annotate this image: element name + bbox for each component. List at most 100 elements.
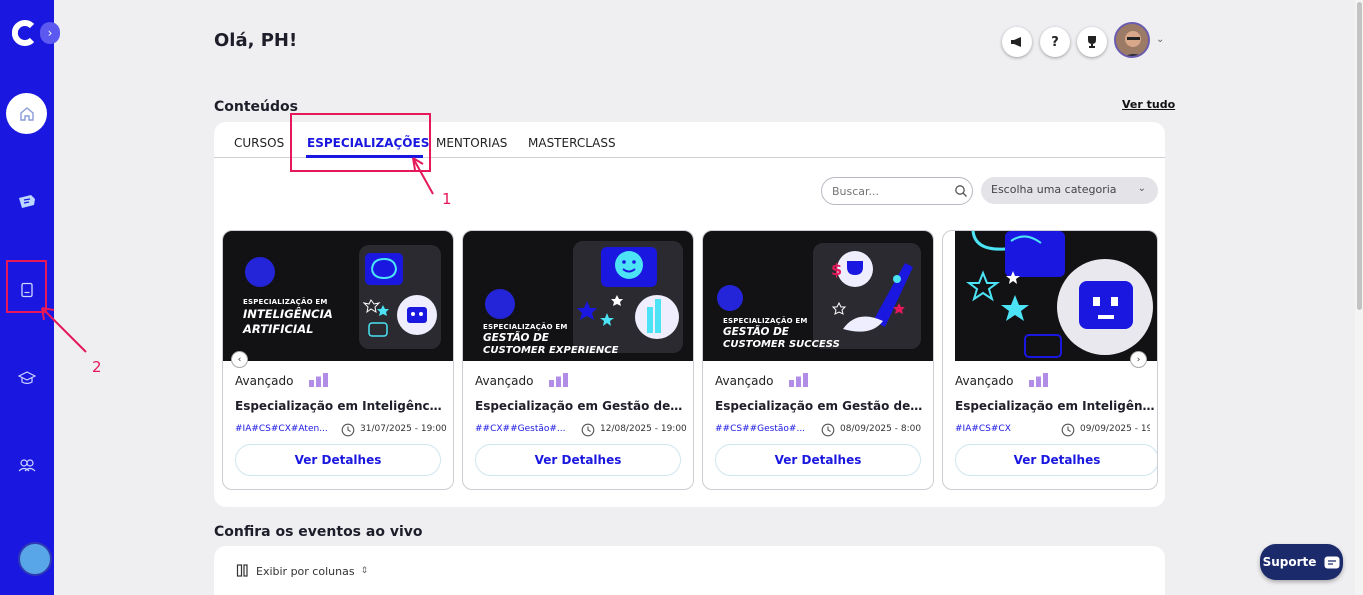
chat-icon <box>1324 556 1340 568</box>
columns-icon <box>236 564 248 577</box>
course-date: 31/07/2025 - 19:00 <box>360 424 447 434</box>
level-bars-icon <box>309 373 328 387</box>
course-date: 08/09/2025 - 8:00 <box>840 424 922 434</box>
thumbnail-subtitle: ESPECIALIZAÇÃO EM <box>483 323 568 331</box>
contents-section-title: Conteúdos <box>214 99 298 115</box>
sidebar-item-courses[interactable] <box>14 365 40 391</box>
clock-icon <box>581 423 595 437</box>
view-mode-toggle[interactable]: Exibir por colunas ⇕ <box>236 564 368 578</box>
chevron-right-icon: › <box>47 26 53 40</box>
course-title: Especialização em Gestão de C... <box>715 399 925 413</box>
greeting-title: Olá, PH! <box>214 30 298 51</box>
scrollbar-thumb[interactable] <box>1357 2 1362 310</box>
chevron-left-icon: ‹ <box>237 354 242 365</box>
view-details-button[interactable]: Ver Detalhes <box>235 444 441 476</box>
sidebar-avatar[interactable] <box>18 542 52 576</box>
course-date: 09/09/2025 - 19:00 <box>1080 424 1150 434</box>
course-title: Especialização em Inteligência ... <box>235 399 445 413</box>
brain-robot-illustration <box>362 253 437 337</box>
chevron-down-icon: ⌄ <box>1137 183 1146 194</box>
users-icon <box>18 459 36 472</box>
tab-courses[interactable]: CURSOS <box>234 136 284 150</box>
home-icon <box>19 106 34 121</box>
category-select-value: Escolha uma categoria <box>991 183 1117 196</box>
course-date: 12/08/2025 - 19:00 <box>600 424 687 434</box>
user-photo <box>1116 24 1148 56</box>
course-card[interactable]: Avançado Especialização em Inteligência … <box>942 230 1158 490</box>
course-tags: ##CX##Gestão#... <box>475 424 566 434</box>
tab-mentorships[interactable]: MENTORIAS <box>436 136 507 150</box>
support-label: Suporte <box>1262 555 1317 569</box>
sidebar-item-home[interactable] <box>6 93 47 134</box>
sidebar-toggle-button[interactable]: › <box>40 22 60 44</box>
course-card[interactable]: ESPECIALIZAÇÃO EM GESTÃO DE CUSTOMER EXP… <box>462 230 694 490</box>
events-section-title: Confira os eventos ao vivo <box>214 524 423 540</box>
thumbnail-title-line2: ARTIFICIAL <box>243 322 314 336</box>
tab-masterclass[interactable]: MASTERCLASS <box>528 136 616 150</box>
view-mode-label: Exibir por colunas <box>256 564 355 578</box>
announcements-button[interactable] <box>1002 27 1032 57</box>
course-tags: ##CS##Gestão#... <box>715 424 806 434</box>
thumbnail-subtitle: ESPECIALIZAÇÃO EM <box>243 298 328 306</box>
support-button[interactable]: Suporte <box>1260 544 1343 580</box>
course-tags: #IA#CS#CX#Aten... <box>235 424 328 434</box>
course-thumbnail <box>955 231 1157 361</box>
ai-robot-illustration <box>966 231 1153 358</box>
carousel-next-button[interactable]: › <box>1130 351 1147 368</box>
sidebar-item-community[interactable] <box>14 452 40 478</box>
course-title: Especialização em Inteligência ... <box>955 399 1155 413</box>
megaphone-icon <box>1011 37 1021 47</box>
course-level: Avançado <box>235 374 294 388</box>
level-bars-icon <box>549 373 568 387</box>
course-level: Avançado <box>715 374 774 388</box>
course-thumbnail: ESPECIALIZAÇÃO EM GESTÃO DE CUSTOMER EXP… <box>463 231 693 361</box>
rocket-badge-icon <box>717 285 743 311</box>
course-thumbnail: ESPECIALIZAÇÃO EM INTELIGÊNCIA ARTIFICIA… <box>223 231 453 361</box>
level-bars-icon <box>1029 373 1048 387</box>
annotation-highlight-tab <box>290 113 431 172</box>
clock-icon <box>1061 423 1075 437</box>
thumbnail-illustration: $ <box>813 243 921 349</box>
course-level: Avançado <box>955 374 1014 388</box>
course-tags: #IA#CS#CX <box>955 424 1011 434</box>
view-details-button[interactable]: Ver Detalhes <box>955 444 1157 476</box>
clock-icon <box>341 423 355 437</box>
course-card[interactable]: $ ESPECIALIZAÇÃO EM GESTÃO DE CUSTOMER S… <box>702 230 934 490</box>
course-thumbnail: $ ESPECIALIZAÇÃO EM GESTÃO DE CUSTOMER S… <box>703 231 933 361</box>
view-details-button[interactable]: Ver Detalhes <box>475 444 681 476</box>
search-icon[interactable] <box>954 184 968 198</box>
logo-icon[interactable] <box>12 20 38 46</box>
level-bars-icon <box>789 373 808 387</box>
robot-badge-icon <box>245 257 275 287</box>
cs-illustration: $ <box>831 251 913 332</box>
badge-icon <box>485 289 515 319</box>
user-avatar[interactable] <box>1114 22 1150 58</box>
category-select[interactable]: Escolha uma categoria ⌄ <box>981 177 1158 204</box>
sort-chevron-icon: ⇕ <box>360 566 369 576</box>
chevron-down-icon[interactable]: ⌄ <box>1156 34 1164 45</box>
question-icon: ? <box>1051 34 1059 50</box>
annotation-highlight-sidebar <box>6 260 47 313</box>
carousel-prev-button[interactable]: ‹ <box>231 351 248 368</box>
achievements-button[interactable] <box>1077 27 1107 57</box>
events-panel: Exibir por colunas ⇕ <box>214 546 1165 595</box>
thumbnail-title-line1: INTELIGÊNCIA <box>243 307 333 321</box>
thumbnail-subtitle: ESPECIALIZAÇÃO EM <box>723 317 808 325</box>
sidebar-item-events[interactable] <box>14 189 40 215</box>
course-title: Especialização em Gestão de C... <box>475 399 685 413</box>
thumbnail-title-line2: CUSTOMER SUCCESS <box>723 339 840 350</box>
thumbnail-illustration <box>359 245 441 349</box>
search-input[interactable] <box>821 177 973 205</box>
annotation-number-2: 2 <box>92 358 102 376</box>
view-details-button[interactable]: Ver Detalhes <box>715 444 921 476</box>
thumbnail-title-line2: CUSTOMER EXPERIENCE <box>483 345 619 356</box>
course-level: Avançado <box>475 374 534 388</box>
chevron-right-icon: › <box>1136 354 1141 365</box>
see-all-link[interactable]: Ver tudo <box>1122 98 1175 111</box>
ticket-icon <box>19 195 35 208</box>
course-card[interactable]: ESPECIALIZAÇÃO EM INTELIGÊNCIA ARTIFICIA… <box>222 230 454 490</box>
trophy-icon <box>1088 36 1096 48</box>
graduation-cap-icon <box>18 371 36 385</box>
svg-text:$: $ <box>831 260 842 279</box>
help-button[interactable]: ? <box>1040 27 1070 57</box>
